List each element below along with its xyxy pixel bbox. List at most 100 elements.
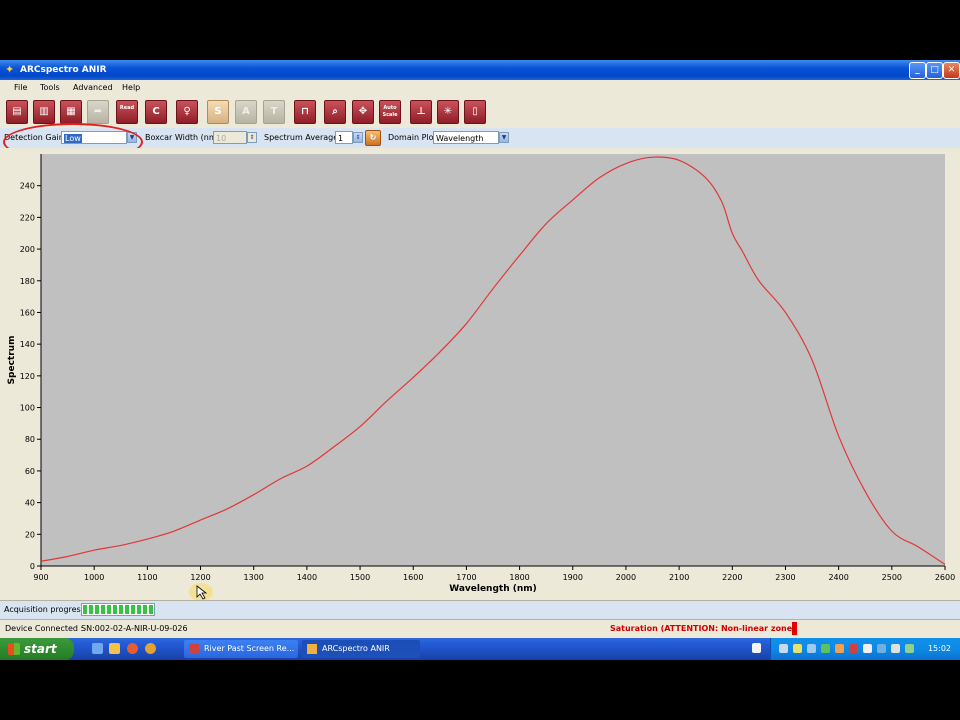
x-tick-label: 2000	[616, 573, 636, 582]
close-button[interactable]: ✕	[943, 62, 960, 79]
sample-icon: S	[214, 106, 222, 117]
tray-bluetooth-icon[interactable]	[877, 644, 886, 653]
domain-plot-select[interactable]: Wavelength	[433, 131, 499, 144]
maximize-button[interactable]: □	[926, 62, 943, 79]
pan-button[interactable]: ✥	[352, 100, 374, 124]
y-tick-label: 140	[20, 340, 35, 349]
menu-help[interactable]: Help	[122, 83, 140, 93]
menu-file[interactable]: File	[14, 83, 27, 93]
x-tick-label: 2600	[935, 573, 955, 582]
spectrum-average-spinner-icon[interactable]: ⇕	[353, 132, 363, 143]
save-button[interactable]: ▥	[33, 100, 55, 124]
tray-volume-icon[interactable]	[807, 644, 816, 653]
y-tick-label: 80	[25, 435, 35, 444]
export-button[interactable]: ➦	[87, 100, 109, 124]
sample-button[interactable]: S	[207, 100, 229, 124]
tray-battery-icon[interactable]	[905, 644, 914, 653]
x-tick-label: 2500	[882, 573, 902, 582]
device-connected-label: Device Connected :	[5, 624, 84, 633]
toolbar: ▤ ▥ ▦ ➦ Read C ♀ S A T ⊓ ⌕ ✥ Auto Scale ⊥ ✳ ▯	[0, 96, 960, 129]
menu-advanced[interactable]: Advanced	[73, 83, 113, 93]
peak-icon: ⊓	[301, 106, 309, 117]
settings-icon: ✳	[443, 106, 453, 117]
transmittance-button[interactable]: T	[263, 100, 285, 124]
y-tick-label: 180	[20, 277, 35, 286]
continuous-button[interactable]: C	[145, 100, 167, 124]
start-button[interactable]: start	[0, 638, 74, 660]
start-label: start	[24, 642, 57, 656]
print-icon: ▦	[66, 106, 76, 117]
x-tick-label: 1200	[190, 573, 210, 582]
y-tick-label: 200	[20, 245, 35, 254]
menu-tools[interactable]: Tools	[40, 83, 60, 93]
peak-button[interactable]: ⊓	[294, 100, 316, 124]
tray-sync-icon[interactable]	[891, 644, 900, 653]
notification-icon[interactable]	[752, 643, 761, 653]
zoom-button[interactable]: ⌕	[324, 100, 346, 124]
tray-security-icon[interactable]	[793, 644, 802, 653]
save-icon: ▥	[39, 106, 49, 117]
y-tick-label: 60	[25, 467, 35, 476]
read-button[interactable]: Read	[116, 100, 138, 124]
windows-logo-icon	[8, 643, 20, 655]
media-player-icon[interactable]	[127, 643, 138, 654]
absorbance-button[interactable]: A	[235, 100, 257, 124]
saturation-warning: Saturation (ATTENTION: Non-linear zone)	[610, 624, 796, 633]
lamp-button[interactable]: ♀	[176, 100, 198, 124]
explorer-icon[interactable]	[109, 643, 120, 654]
cursor-button[interactable]: ⊥	[410, 100, 432, 124]
y-axis-label: Spectrum	[7, 336, 17, 385]
x-tick-label: 1000	[84, 573, 104, 582]
tray-display-icon[interactable]	[863, 644, 872, 653]
x-tick-label: 2200	[722, 573, 742, 582]
folder-icon: ▤	[12, 106, 22, 117]
x-tick-label: 1800	[509, 573, 529, 582]
progress-fill	[83, 605, 153, 614]
autoscale-button[interactable]: Auto Scale	[379, 100, 401, 124]
menu-bar: File Tools Advanced Help	[0, 80, 960, 96]
boxcar-width-label: Boxcar Width (nm)	[145, 133, 220, 142]
task-arcspectro[interactable]: ARCspectro ANIR	[302, 640, 420, 658]
domain-plot-label: Domain Plot	[388, 133, 437, 142]
browser-icon[interactable]	[145, 643, 156, 654]
zoom-icon: ⌕	[332, 106, 338, 117]
export-icon: ➦	[93, 106, 103, 117]
print-button[interactable]: ▦	[60, 100, 82, 124]
open-button[interactable]: ▤	[6, 100, 28, 124]
boxcar-spinner-icon[interactable]: ⇕	[247, 132, 257, 143]
refresh-average-button[interactable]: ↻	[365, 130, 381, 146]
y-tick-label: 20	[25, 530, 35, 539]
clear-button[interactable]: ▯	[464, 100, 486, 124]
pan-icon: ✥	[358, 106, 368, 117]
tray-app-icon[interactable]	[821, 644, 830, 653]
spectrum-average-input[interactable]: 1	[335, 131, 353, 144]
minimize-button[interactable]: _	[909, 62, 926, 79]
y-tick-label: 100	[20, 404, 35, 413]
spectro-icon	[307, 644, 317, 654]
progress-label: Acquisition progress	[4, 605, 85, 614]
clear-icon: ▯	[472, 106, 478, 117]
clock[interactable]: 15:02	[928, 638, 951, 660]
tray-alert-icon[interactable]	[849, 644, 858, 653]
device-id: SN:002-02-A-NIR-U-09-026	[81, 624, 188, 633]
task-label: River Past Screen Re...	[204, 644, 295, 653]
show-desktop-icon[interactable]	[92, 643, 103, 654]
title-bar[interactable]: ✦ ARCspectro ANIR _ □ ✕	[0, 60, 960, 80]
tray-network-icon[interactable]	[779, 644, 788, 653]
cursor-icon: ⊥	[416, 106, 426, 117]
y-tick-label: 240	[20, 182, 35, 191]
spectrum-average-label: Spectrum Average	[264, 133, 339, 142]
boxcar-width-input[interactable]: 10	[213, 131, 247, 144]
x-tick-label: 1400	[297, 573, 317, 582]
task-label: ARCspectro ANIR	[322, 644, 390, 653]
tray-update-icon[interactable]	[835, 644, 844, 653]
task-screen-recorder[interactable]: River Past Screen Re...	[184, 640, 298, 658]
spectrum-chart[interactable]: 0 20 40 60 80 100 120 140 160 180 200 220 240 900 100…	[0, 148, 960, 600]
taskbar: start River Past Screen Re... ARCspectro…	[0, 638, 960, 660]
window-title: ARCspectro ANIR	[20, 65, 107, 75]
settings-button[interactable]: ✳	[437, 100, 459, 124]
autoscale-icon: Auto Scale	[382, 105, 398, 118]
saturation-indicator	[792, 622, 797, 635]
system-tray: 15:02	[770, 638, 960, 660]
domain-plot-dropdown-icon[interactable]: ▼	[499, 132, 509, 143]
